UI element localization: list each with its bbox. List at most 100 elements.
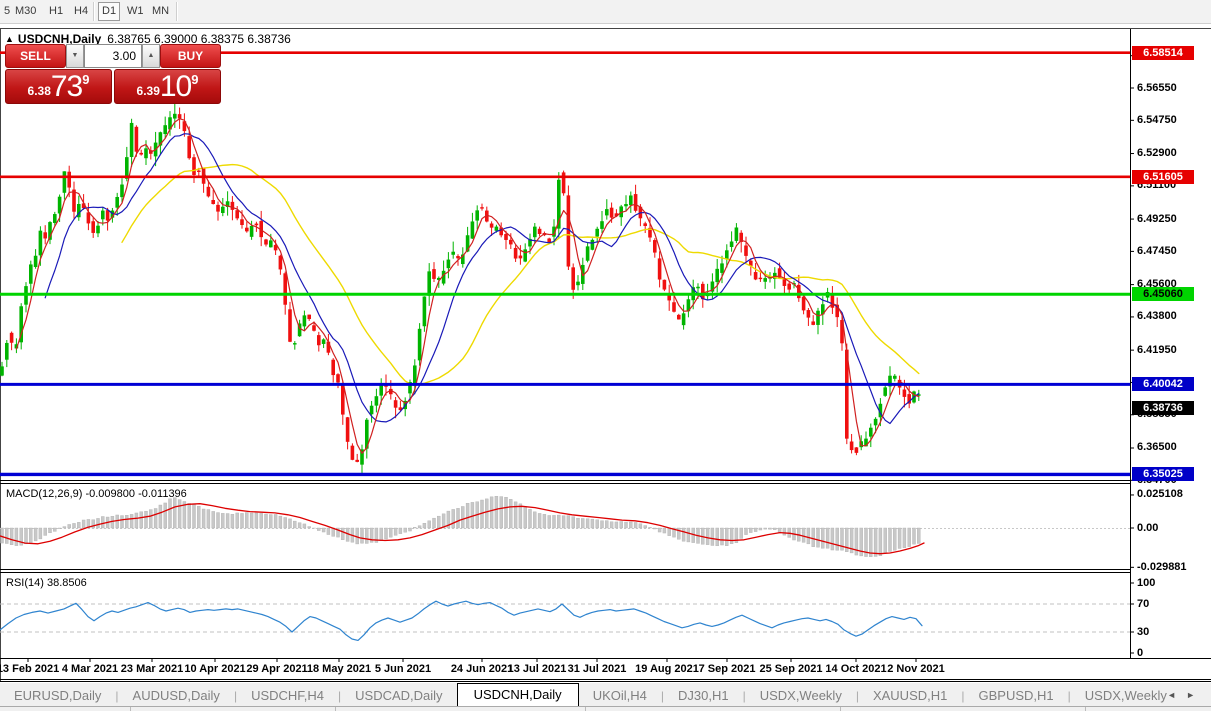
- price-level-badge[interactable]: 6.40042: [1132, 377, 1194, 391]
- timeframe-button-m30[interactable]: M30: [12, 3, 39, 19]
- buy-price-box[interactable]: 6.39 10 9: [114, 69, 221, 104]
- candle-body: [653, 240, 657, 253]
- price-level-badge[interactable]: 6.45060: [1132, 287, 1194, 301]
- macd-histogram-bar: [572, 517, 575, 528]
- volume-decrease-button[interactable]: ▼: [66, 44, 84, 68]
- sell-button[interactable]: SELL: [5, 44, 66, 68]
- macd-histogram-bar: [620, 522, 623, 528]
- chart-tab-gbpusd-h1[interactable]: GBPUSD,H1: [965, 686, 1068, 706]
- macd-histogram-bar: [879, 528, 882, 556]
- macd-histogram-bar: [116, 515, 119, 528]
- macd-histogram-bar: [245, 513, 248, 528]
- macd-histogram-bar: [207, 510, 210, 528]
- macd-histogram-bar: [754, 528, 757, 532]
- candle-body: [677, 315, 681, 320]
- macd-histogram-bar: [428, 521, 431, 528]
- candle-body: [197, 171, 201, 172]
- macd-histogram-bar: [505, 497, 508, 528]
- candle-body: [144, 148, 148, 158]
- timeframe-button-mn[interactable]: MN: [149, 3, 172, 19]
- timeframe-button-d1[interactable]: D1: [98, 2, 120, 21]
- candle-body: [216, 205, 220, 212]
- macd-histogram-bar: [164, 503, 167, 528]
- candle-body: [571, 267, 575, 289]
- tab-scroll-arrows[interactable]: ◄►: [1167, 690, 1205, 700]
- volume-input[interactable]: 3.00: [84, 44, 142, 68]
- candle-body: [63, 171, 67, 192]
- candle-body: [480, 207, 484, 208]
- macd-histogram-bar: [241, 513, 244, 528]
- candle-body: [221, 207, 225, 213]
- date-axis-label: 25 Sep 2021: [760, 663, 823, 675]
- candle-body: [893, 376, 897, 379]
- macd-histogram-bar: [53, 528, 56, 531]
- chart-tab-ukoil-h4[interactable]: UKOil,H4: [579, 686, 661, 706]
- macd-histogram-bar: [629, 522, 632, 528]
- chart-tab-eurusd-daily[interactable]: EURUSD,Daily: [0, 686, 115, 706]
- candle-body: [538, 229, 542, 234]
- sell-price-small: 6.38: [28, 84, 51, 103]
- candle-body: [629, 195, 633, 205]
- macd-histogram-bar: [509, 499, 512, 528]
- candle-body: [610, 208, 614, 218]
- candle-body: [34, 256, 38, 267]
- chart-tab-audusd-daily[interactable]: AUDUSD,Daily: [119, 686, 234, 706]
- statusbar-separator: [585, 707, 586, 711]
- statusbar-separator: [840, 707, 841, 711]
- candle-body: [432, 269, 436, 279]
- chart-tab-xauusd-h1[interactable]: XAUUSD,H1: [859, 686, 961, 706]
- macd-histogram-bar: [649, 527, 652, 528]
- timeframe-toolbar: 5M30H1H4D1W1MN: [0, 0, 1211, 24]
- chart-tab-usdx-weekly[interactable]: USDX,Weekly: [746, 686, 856, 706]
- macd-histogram-bar: [855, 528, 858, 555]
- price-level-badge[interactable]: 6.35025: [1132, 467, 1194, 481]
- macd-histogram-bar: [418, 526, 421, 528]
- candle-body: [91, 221, 95, 233]
- candle-body: [245, 228, 249, 232]
- macd-histogram-bar: [466, 503, 469, 528]
- volume-increase-button[interactable]: ▲: [142, 44, 160, 68]
- macd-histogram-bar: [385, 528, 388, 539]
- macd-histogram-bar: [711, 528, 714, 545]
- candle-body: [283, 273, 287, 304]
- macd-histogram-bar: [658, 528, 661, 532]
- collapse-triangle-icon[interactable]: ▲: [5, 34, 14, 44]
- macd-histogram-bar: [5, 528, 8, 544]
- candle-body: [605, 209, 609, 215]
- macd-histogram-bar: [461, 506, 464, 528]
- candle-body: [447, 260, 451, 269]
- timeframe-button-w1[interactable]: W1: [124, 3, 147, 19]
- chart-tab-usdcad-daily[interactable]: USDCAD,Daily: [341, 686, 456, 706]
- buy-button[interactable]: BUY: [160, 44, 221, 68]
- timeframe-button-h4[interactable]: H4: [71, 3, 91, 19]
- macd-histogram-bar: [217, 513, 220, 528]
- macd-histogram-bar: [553, 515, 556, 528]
- macd-histogram-bar: [260, 513, 263, 528]
- chart-tab-dj30-h1[interactable]: DJ30,H1: [664, 686, 743, 706]
- buy-price-big: 10: [160, 70, 191, 103]
- macd-histogram-bar: [721, 528, 724, 545]
- macd-histogram-bar: [49, 528, 52, 533]
- chart-tab-usdcnh-daily[interactable]: USDCNH,Daily: [457, 683, 579, 706]
- macd-histogram-bar: [145, 511, 148, 528]
- price-level-badge[interactable]: 6.51605: [1132, 170, 1194, 184]
- candle-body: [475, 210, 479, 220]
- price-level-badge[interactable]: 6.58514: [1132, 46, 1194, 60]
- price-scale-label: 6.54750: [1137, 114, 1177, 126]
- macd-histogram-bar: [77, 522, 80, 528]
- timeframe-button-h1[interactable]: H1: [46, 3, 66, 19]
- trading-terminal-window: 5M30H1H4D1W1MN ▲USDCNH,Daily6.38765 6.39…: [0, 0, 1211, 711]
- macd-histogram-bar: [125, 515, 128, 528]
- sell-price-box[interactable]: 6.38 73 9: [5, 69, 112, 104]
- candle-body: [317, 335, 321, 345]
- chart-tab-usdchf-h4[interactable]: USDCHF,H4: [237, 686, 338, 706]
- chart-tab-usdx-weekly[interactable]: USDX,Weekly: [1071, 686, 1181, 706]
- price-level-badge[interactable]: 6.38736: [1132, 401, 1194, 415]
- chart-canvas[interactable]: [0, 0, 1211, 711]
- macd-histogram-bar: [121, 516, 124, 528]
- date-axis-label: 2 Nov 2021: [887, 663, 944, 675]
- candle-body: [783, 279, 787, 286]
- candle-body: [43, 232, 47, 238]
- price-scale-label: 6.36500: [1137, 441, 1177, 453]
- candle-body: [307, 315, 311, 319]
